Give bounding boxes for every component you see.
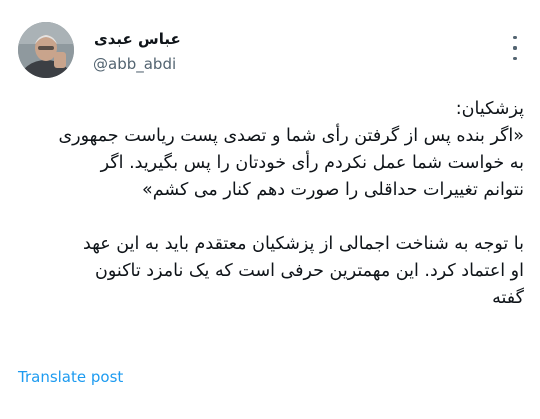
more-vertical-icon[interactable] [508, 36, 522, 60]
avatar-photo [18, 22, 74, 78]
post-line: به خواست شما عمل نکردم رأی خودتان را پس … [100, 153, 524, 173]
post-text: پزشکیان: «اگر بنده پس از گرفتن رأی شما و… [18, 96, 524, 312]
post-line: با توجه به شناخت اجمالی از پزشکیان معتقد… [83, 234, 524, 254]
author-handle[interactable]: @abb_abdi [93, 55, 176, 73]
post-line: گفته [492, 288, 524, 308]
avatar[interactable] [18, 22, 74, 78]
post-line: نتوانم تغییرات حداقلی را صورت دهم کنار م… [141, 180, 524, 200]
post-line: پزشکیان: [455, 99, 524, 119]
post-line: «اگر بنده پس از گرفتن رأی شما و تصدی پست… [58, 126, 524, 146]
post-line: او اعتماد کرد. این مهمترین حرفی است که ی… [95, 261, 524, 281]
translate-post-link[interactable]: Translate post [18, 368, 123, 386]
author-name[interactable]: عباس عبدی [94, 30, 181, 48]
